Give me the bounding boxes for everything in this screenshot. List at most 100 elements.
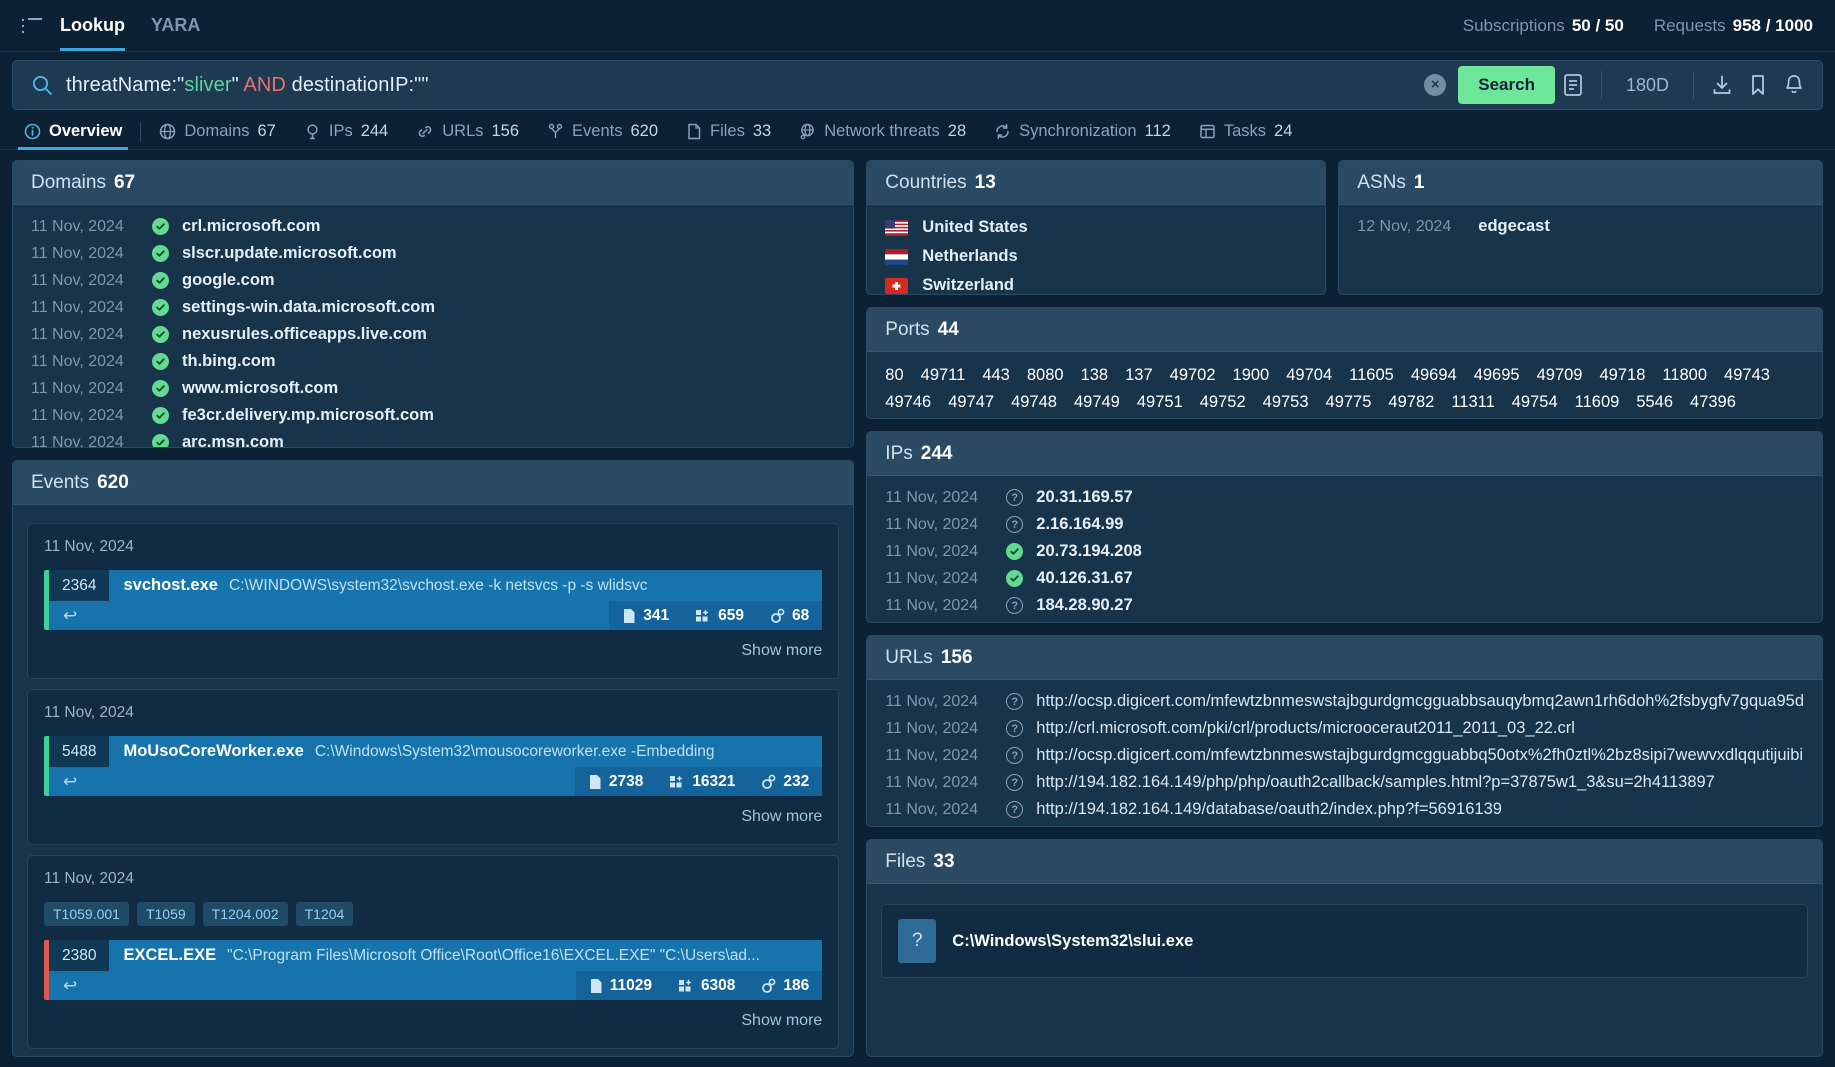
port-chip[interactable]: 1900 xyxy=(1233,362,1270,388)
port-chip[interactable]: 80 xyxy=(885,362,903,388)
port-chip[interactable]: 138 xyxy=(1081,362,1109,388)
port-chip[interactable]: 8082 xyxy=(1611,415,1648,418)
search-input[interactable]: threatName:"sliver" AND destinationIP:"" xyxy=(66,74,1424,97)
ttp-tag[interactable]: T1059.001 xyxy=(44,902,129,926)
port-chip[interactable]: 49751 xyxy=(1137,389,1183,415)
port-chip[interactable]: 49749 xyxy=(1074,389,1120,415)
port-chip[interactable]: 49704 xyxy=(1286,362,1332,388)
port-chip[interactable]: 49711 xyxy=(921,362,966,388)
list-item[interactable]: 11 Nov, 2024 google.com xyxy=(13,267,853,294)
list-item-name[interactable]: nexusrules.officeapps.live.com xyxy=(182,325,427,344)
list-item-name[interactable]: http://194.182.164.149/database/oauth2/i… xyxy=(1036,800,1502,819)
port-chip[interactable]: 11605 xyxy=(1349,362,1394,388)
port-chip[interactable]: 11311 xyxy=(1451,389,1494,415)
tab-files[interactable]: Files 33 xyxy=(672,114,785,149)
process-stat[interactable]: 68 xyxy=(757,601,822,630)
port-chip[interactable]: 49752 xyxy=(1200,389,1246,415)
process-stat[interactable]: 232 xyxy=(748,767,822,796)
show-more-button[interactable]: Show more xyxy=(44,642,822,660)
process-stat[interactable]: 341 xyxy=(609,601,682,630)
clear-search-button[interactable]: × xyxy=(1424,74,1447,96)
port-chip[interactable]: 5353 xyxy=(885,415,922,418)
search-button[interactable]: Search xyxy=(1458,66,1555,104)
process-stat[interactable]: 2738 xyxy=(575,767,656,796)
list-item-name[interactable]: google.com xyxy=(182,271,275,290)
port-chip[interactable]: 49806 xyxy=(1432,415,1478,418)
bell-icon[interactable] xyxy=(1776,67,1812,103)
list-item[interactable]: 12 Nov, 2024 edgecast xyxy=(1339,213,1822,240)
events-list[interactable]: 11 Nov, 2024 2364 svchost.exe C:\WINDOWS\sy… xyxy=(13,505,853,1056)
port-chip[interactable]: 8443 xyxy=(1154,415,1191,418)
process-card[interactable]: 2364 svchost.exe C:\WINDOWS\system32\svcho… xyxy=(44,570,823,630)
list-item[interactable]: 11 Nov, 2024 nexusrules.officeapps.live.c… xyxy=(13,321,853,348)
list-item-name[interactable]: 20.31.169.57 xyxy=(1036,488,1132,507)
list-item[interactable]: 11 Nov, 2024 arc.msn.com xyxy=(13,429,853,447)
process-stat[interactable]: 6308 xyxy=(665,971,748,1000)
process-stat[interactable]: 11029 xyxy=(576,971,665,1000)
list-item[interactable]: 11 Nov, 2024?52.109.28.47 xyxy=(867,619,1822,622)
list-item-name[interactable]: slscr.update.microsoft.com xyxy=(182,244,397,263)
port-chip[interactable]: 49782 xyxy=(1388,389,1434,415)
list-item[interactable]: 11 Nov, 2024? 184.28.90.27 xyxy=(867,592,1822,619)
list-menu-icon[interactable] xyxy=(22,17,42,34)
list-item[interactable]: 11 Nov, 2024 crl.microsoft.com xyxy=(13,213,853,240)
port-chip[interactable]: 49702 xyxy=(1170,362,1216,388)
ttp-tag[interactable]: T1204.002 xyxy=(202,902,288,926)
list-item[interactable]: 11 Nov, 2024? http://ocsp.digicert.com/mf… xyxy=(867,742,1822,769)
list-item[interactable]: 11 Nov, 2024? http://crl.microsoft.com/pk… xyxy=(867,715,1822,742)
list-item[interactable]: 11 Nov, 2024? http://194.182.164.149/php/… xyxy=(867,769,1822,796)
time-range-button[interactable]: 180D xyxy=(1612,75,1683,96)
list-item-name[interactable]: 40.126.31.67 xyxy=(1036,569,1132,588)
port-chip[interactable]: 7778 xyxy=(1100,415,1137,418)
list-item-name[interactable]: th.bing.com xyxy=(182,352,276,371)
list-item-name[interactable]: http://ocsp.digicert.com/mfewtzbnmeswsta… xyxy=(1036,692,1804,711)
asns-list[interactable]: 12 Nov, 2024 edgecast xyxy=(1339,205,1822,294)
bookmark-icon[interactable] xyxy=(1740,67,1776,103)
list-item[interactable]: 11 Nov, 2024 slscr.update.microsoft.com xyxy=(13,240,853,267)
ttp-tag[interactable]: T1204 xyxy=(295,902,354,926)
list-item-name[interactable]: http://crl.microsoft.com/pki/crl/product… xyxy=(1036,719,1575,738)
country-item[interactable]: Netherlands xyxy=(867,242,1325,271)
port-chip[interactable]: 49743 xyxy=(1724,362,1770,388)
port-chip[interactable]: 49804 xyxy=(1369,415,1415,418)
port-chip[interactable]: 49775 xyxy=(1326,389,1372,415)
port-chip[interactable]: 8092 xyxy=(1557,415,1594,418)
port-chip[interactable]: 123 xyxy=(1324,415,1352,418)
port-chip[interactable]: 5546 xyxy=(1636,389,1673,415)
port-chip[interactable]: 49748 xyxy=(1011,389,1057,415)
port-chip[interactable]: 11800 xyxy=(1662,362,1707,388)
file-item[interactable]: ? C:\Windows\System32\slui.exe xyxy=(881,904,1808,978)
tab-events[interactable]: Events 620 xyxy=(533,114,672,149)
list-item-name[interactable]: 2.16.164.99 xyxy=(1036,515,1123,534)
port-chip[interactable]: 44806 xyxy=(939,415,985,418)
port-chip[interactable]: 49805 xyxy=(1495,415,1541,418)
port-chip[interactable]: 49694 xyxy=(1411,362,1457,388)
top-nav-yara[interactable]: YARA xyxy=(151,0,200,51)
ips-list[interactable]: 11 Nov, 2024? 20.31.169.57 11 Nov, 2024? 2.… xyxy=(867,476,1822,622)
document-icon[interactable] xyxy=(1555,67,1591,103)
list-item[interactable]: 11 Nov, 2024 th.bing.com xyxy=(13,348,853,375)
port-chip[interactable]: 137 xyxy=(1125,362,1153,388)
list-item-name[interactable]: http://194.182.164.149/php/php/oauth2cal… xyxy=(1036,773,1715,792)
port-chip[interactable]: 49709 xyxy=(1537,362,1583,388)
list-item[interactable]: 11 Nov, 2024 settings-win.data.microsoft.… xyxy=(13,294,853,321)
port-chip[interactable]: 11609 xyxy=(1575,389,1620,415)
download-icon[interactable] xyxy=(1704,67,1740,103)
list-item-name[interactable]: crl.microsoft.com xyxy=(182,217,320,236)
show-more-button[interactable]: Show more xyxy=(44,1012,822,1030)
domains-list[interactable]: 11 Nov, 2024 crl.microsoft.com 11 Nov, 202… xyxy=(13,205,853,447)
list-item-name[interactable]: 20.73.194.208 xyxy=(1036,542,1142,561)
list-item-name[interactable]: fe3cr.delivery.mp.microsoft.com xyxy=(182,406,434,425)
port-chip[interactable]: 3702 xyxy=(1270,415,1307,418)
port-chip[interactable]: 49746 xyxy=(885,389,931,415)
port-chip[interactable]: 49850 xyxy=(1208,415,1254,418)
list-item-name[interactable]: settings-win.data.microsoft.com xyxy=(182,298,435,317)
list-item[interactable]: 11 Nov, 2024?http://194.182.164.149/scri… xyxy=(867,823,1822,826)
list-item[interactable]: 11 Nov, 2024? http://194.182.164.149/data… xyxy=(867,796,1822,823)
urls-list[interactable]: 11 Nov, 2024? http://ocsp.digicert.com/mf… xyxy=(867,680,1822,826)
expand-arrow-icon[interactable]: ↩ xyxy=(49,606,77,626)
list-item[interactable]: 11 Nov, 2024 40.126.31.67 xyxy=(867,565,1822,592)
port-chip[interactable]: 49718 xyxy=(1599,362,1645,388)
list-item[interactable]: 11 Nov, 2024 www.microsoft.com xyxy=(13,375,853,402)
tab-network-threats[interactable]: Network threats 28 xyxy=(785,114,980,149)
